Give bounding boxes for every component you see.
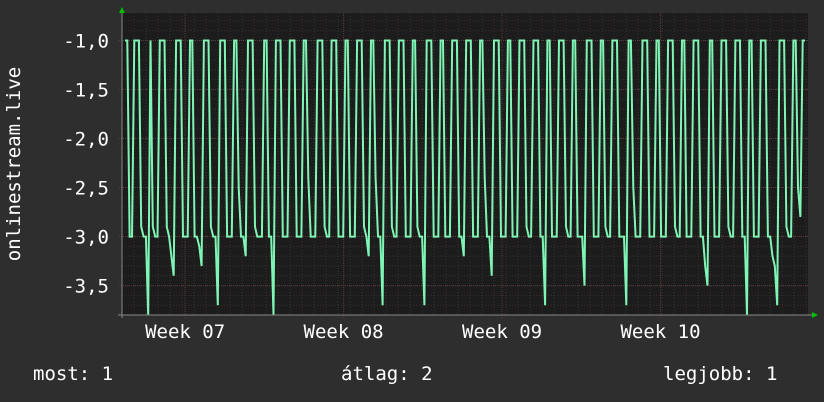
best-stat: legjobb: 1 — [663, 363, 777, 385]
average-label: átlag: — [341, 363, 410, 385]
x-tick-label: Week 07 — [145, 321, 225, 343]
chart: -1,0 -1,5 -2,0 -2,5 -3,0 -3,5 Week 07 Week 08 W… — [0, 0, 824, 360]
y-tick-label: -2,0 — [63, 129, 109, 151]
y-tick-label: -3,5 — [63, 276, 109, 298]
x-axis-arrow-icon — [812, 312, 818, 318]
best-value: 1 — [765, 363, 778, 385]
current-label: most: — [33, 363, 91, 385]
current-stat: most: 1 — [33, 363, 113, 385]
y-tick-label: -1,5 — [63, 79, 109, 101]
x-tick-label: Week 10 — [620, 321, 700, 343]
x-tick-label: Week 09 — [462, 321, 542, 343]
y-tick-label: -1,0 — [63, 30, 109, 52]
average-value: 2 — [421, 363, 433, 385]
y-tick-labels: -1,0 -1,5 -2,0 -2,5 -3,0 -3,5 — [63, 30, 109, 297]
x-tick-labels: Week 07 Week 08 Week 09 Week 10 — [145, 321, 700, 343]
current-value: 1 — [101, 363, 114, 385]
average-stat: átlag: 2 — [341, 363, 433, 385]
best-label: legjobb: — [663, 363, 755, 385]
y-axis-label: onlinestream.live — [3, 67, 25, 261]
y-axis-arrow-icon — [119, 7, 125, 13]
line-chart: -1,0-1,5-2,0-2,5-3,0-3,5 Week 07 Week 08 W… — [3, 7, 818, 343]
y-tick-label: -3,0 — [63, 227, 109, 249]
x-tick-label: Week 08 — [304, 321, 384, 343]
y-tick-label: -2,5 — [63, 178, 109, 200]
